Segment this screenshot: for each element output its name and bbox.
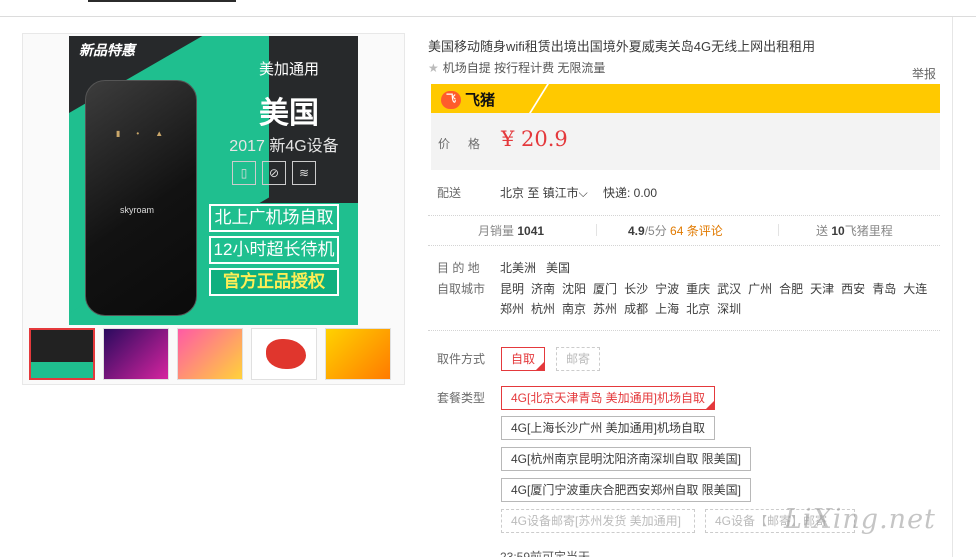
- monthly-sales: 月销量 1041: [478, 222, 544, 239]
- stats-divider: [778, 224, 779, 236]
- feature-icons: ▯ ⊘ ≋: [232, 161, 316, 185]
- package-option[interactable]: 4G[厦门宁波重庆合肥西安郑州自取 限美国]: [501, 478, 752, 502]
- image-tag-battery: 12小时超长待机: [209, 236, 339, 264]
- city-item: 上海: [655, 302, 680, 316]
- device-led-icons: ▮•▲: [116, 129, 180, 138]
- fliggy-logo[interactable]: 飞 飞猪: [441, 89, 495, 110]
- city-item: 广州: [748, 282, 773, 296]
- fliggy-brand-bar: 飞 飞猪: [431, 84, 940, 113]
- price-box: 价格 ¥ 20.9: [431, 113, 940, 170]
- city-item: 武汉: [717, 282, 742, 296]
- heat-icon: ≋: [292, 161, 316, 185]
- mileage-points: 送 10飞猪里程: [816, 222, 893, 239]
- thumbnail-strip: [29, 328, 391, 380]
- city-item: 天津: [810, 282, 835, 296]
- points-value: 10: [831, 224, 845, 238]
- image-headline-model: 2017 新4G设备: [229, 138, 339, 155]
- booking-deadline: 23:59前可定当天: [500, 550, 591, 557]
- product-subtitle: ★ 机场自提 按行程计费 无限流量: [428, 59, 605, 76]
- shipping-destination: 北京 至 镇江市: [500, 186, 579, 200]
- destination-label: 目 的 地: [437, 261, 480, 275]
- wifi-device-graphic: ▮•▲ skyroam: [85, 80, 197, 316]
- main-product-image[interactable]: 新品特惠 美加通用 美国 2017 新4G设备 ▯ ⊘ ≋ ▮•▲ skyroa…: [69, 36, 358, 325]
- image-headline-large: 美国: [259, 97, 319, 130]
- divider: [428, 215, 940, 216]
- package-option[interactable]: 4G[杭州南京昆明沈阳济南深圳自取 限美国]: [501, 447, 752, 471]
- watermark: LiXing.net: [784, 504, 936, 535]
- no-sim-icon: ⊘: [262, 161, 286, 185]
- pickup-city-list: 昆明 济南 沈阳 厦门 长沙 宁波 重庆 武汉 广州 合肥 天津 西安 青岛 大连郑州 杭州 南京 苏州 成都 上海…: [500, 279, 936, 319]
- reviews-count: 64: [670, 224, 684, 238]
- city-item: 北京: [686, 302, 711, 316]
- city-item: 厦门: [593, 282, 618, 296]
- shipping-label: 配送: [437, 186, 462, 200]
- city-item: 郑州: [500, 302, 525, 316]
- city-item: 杭州: [531, 302, 556, 316]
- points-suffix: 飞猪里程: [844, 224, 893, 238]
- city-item: 重庆: [686, 282, 711, 296]
- thumbnail-2[interactable]: [103, 328, 169, 380]
- city-item: 成都: [624, 302, 649, 316]
- thumbnail-3[interactable]: [177, 328, 243, 380]
- city-item: 长沙: [624, 282, 649, 296]
- subtitle-text: 机场自提 按行程计费 无限流量: [442, 61, 606, 75]
- shipping-fee: 快递: 0.00: [603, 186, 658, 200]
- price-value: ¥ 20.9: [501, 127, 568, 151]
- rating-suffix: /5分: [644, 224, 667, 238]
- stats-row: 月销量 1041 4.9/5分 64 条评论 送 10飞猪里程: [428, 222, 940, 238]
- divider: [428, 330, 940, 331]
- package-type-label: 套餐类型: [437, 391, 486, 405]
- reviews-label: 条评论: [686, 224, 723, 238]
- package-option[interactable]: 4G[北京天津青岛 美加通用]机场自取: [501, 386, 716, 410]
- rating-value: 4.9: [628, 224, 645, 238]
- star-icon: ★: [428, 61, 439, 75]
- city-item: 苏州: [593, 302, 618, 316]
- product-title: 美国移动随身wifi租赁出境出国境外夏威夷关岛4G无线上网出租租用: [428, 39, 816, 54]
- shipping-destination-select[interactable]: 北京 至 镇江市⌵: [500, 184, 588, 201]
- points-prefix: 送: [816, 224, 829, 238]
- device-brand-label: skyroam: [120, 205, 155, 215]
- thumbnail-5[interactable]: [325, 328, 391, 380]
- city-item: 昆明: [500, 282, 525, 296]
- package-option[interactable]: 4G设备邮寄[苏州发货 美加通用]: [501, 509, 695, 533]
- pickup-method-label: 取件方式: [437, 352, 486, 366]
- chevron-down-icon: ⌵: [578, 186, 588, 200]
- divider: [428, 245, 940, 246]
- city-item: 沈阳: [562, 282, 587, 296]
- image-tag-airport-pickup: 北上广机场自取: [209, 204, 339, 232]
- pickup-option-mail[interactable]: 邮寄: [556, 347, 601, 371]
- rating-reviews[interactable]: 4.9/5分 64 条评论: [628, 222, 723, 239]
- fliggy-logo-icon: 飞: [441, 90, 461, 109]
- city-item: 西安: [841, 282, 866, 296]
- package-option[interactable]: 4G[上海长沙广州 美加通用]机场自取: [501, 416, 716, 440]
- pickup-city-label: 自取城市: [437, 282, 486, 296]
- city-item: 济南: [531, 282, 556, 296]
- product-gallery: 新品特惠 美加通用 美国 2017 新4G设备 ▯ ⊘ ≋ ▮•▲ skyroa…: [22, 33, 405, 385]
- city-item: 南京: [562, 302, 587, 316]
- new-product-badge: 新品特惠: [79, 43, 135, 59]
- city-item: 合肥: [779, 282, 804, 296]
- city-item: 宁波: [655, 282, 680, 296]
- right-edge-panel: [952, 17, 976, 557]
- image-headline-small: 美加通用: [258, 61, 319, 78]
- thumbnail-4[interactable]: [251, 328, 317, 380]
- price-label: 价格: [438, 137, 499, 151]
- top-divider: [0, 0, 976, 17]
- city-item: 深圳: [717, 302, 742, 316]
- destination-values: 北美洲 美国: [500, 261, 571, 275]
- monthly-sales-value: 1041: [517, 224, 545, 238]
- phone-icon: ▯: [232, 161, 256, 185]
- city-item: 青岛: [872, 282, 897, 296]
- thumbnail-1[interactable]: [29, 328, 95, 380]
- stats-divider: [596, 224, 597, 236]
- image-tag-authorized: 官方正品授权: [209, 268, 339, 296]
- report-link[interactable]: 举报: [912, 65, 936, 82]
- fliggy-logo-text: 飞猪: [465, 92, 496, 109]
- city-item: 大连: [903, 282, 928, 296]
- monthly-sales-label: 月销量: [478, 224, 515, 238]
- pickup-option-self[interactable]: 自取: [501, 347, 546, 371]
